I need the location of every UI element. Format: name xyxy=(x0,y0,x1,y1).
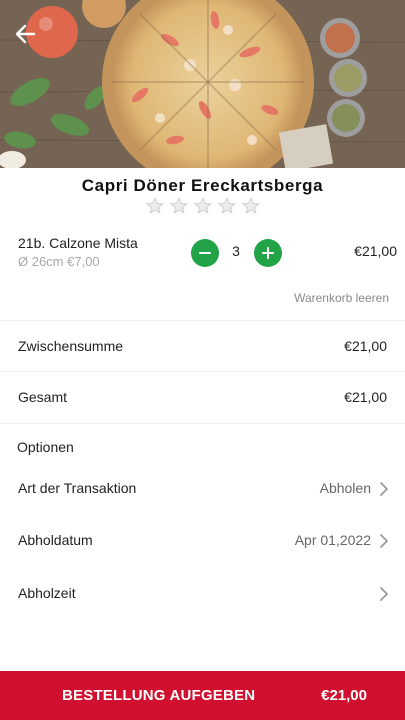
options-heading: Optionen xyxy=(17,439,74,455)
chevron-right-icon xyxy=(380,534,388,548)
clear-cart-link[interactable]: Warenkorb leeren xyxy=(294,291,389,305)
back-button[interactable] xyxy=(10,18,42,50)
pickup-date-label: Abholdatum xyxy=(18,532,93,548)
transaction-type-row[interactable]: Art der Transaktion Abholen xyxy=(0,466,405,516)
subtotal-value: €21,00 xyxy=(344,338,387,354)
star-icon[interactable] xyxy=(193,196,213,216)
plus-icon xyxy=(262,247,274,259)
cart-item-price: €21,00 xyxy=(354,243,397,259)
pickup-time-row[interactable]: Abholzeit xyxy=(0,571,405,621)
store-name: Capri Döner Ereckartsberga xyxy=(81,176,324,195)
total-row: Gesamt €21,00 xyxy=(0,372,405,424)
transaction-type-label: Art der Transaktion xyxy=(18,480,137,496)
star-icon[interactable] xyxy=(241,196,261,216)
subtotal-label: Zwischensumme xyxy=(18,338,124,354)
total-label: Gesamt xyxy=(18,389,68,405)
increase-quantity-button[interactable] xyxy=(254,239,282,267)
cart-item-detail: Ø 26cm €7,00 xyxy=(18,254,100,269)
star-icon[interactable] xyxy=(217,196,237,216)
pickup-time-label: Abholzeit xyxy=(18,585,76,601)
subtotal-row: Zwischensumme €21,00 xyxy=(0,320,405,372)
quantity-value: 3 xyxy=(232,243,240,259)
transaction-type-value: Abholen xyxy=(319,480,371,496)
chevron-right-icon xyxy=(380,587,388,601)
rating-stars xyxy=(0,196,405,216)
total-value: €21,00 xyxy=(344,389,387,405)
pizza-photo xyxy=(0,0,405,168)
star-icon[interactable] xyxy=(169,196,189,216)
order-total-value: €21,00 xyxy=(321,687,367,704)
star-icon[interactable] xyxy=(145,196,165,216)
place-order-label: BESTELLUNG AUFGEBEN xyxy=(62,687,256,704)
arrow-left-icon xyxy=(15,24,36,44)
header-image xyxy=(0,0,405,168)
cart-item-row: 21b. Calzone Mista Ø 26cm €7,00 3 €21,00 xyxy=(0,226,405,282)
chevron-right-icon xyxy=(380,482,388,496)
decrease-quantity-button[interactable] xyxy=(191,239,219,267)
pickup-date-row[interactable]: Abholdatum Apr 01,2022 xyxy=(0,518,405,568)
cart-item-name: 21b. Calzone Mista xyxy=(18,235,138,251)
place-order-button[interactable]: BESTELLUNG AUFGEBEN €21,00 xyxy=(0,671,405,720)
minus-icon xyxy=(199,252,211,254)
pickup-date-value: Apr 01,2022 xyxy=(294,532,371,548)
